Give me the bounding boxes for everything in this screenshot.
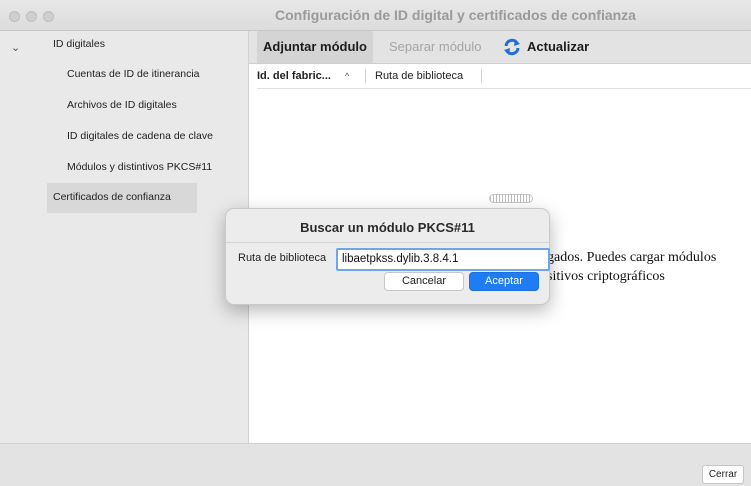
sidebar-item-certificados-confianza[interactable]: Certificados de confianza bbox=[53, 190, 171, 204]
accept-button[interactable]: Aceptar bbox=[469, 272, 539, 291]
chevron-down-icon[interactable]: ⌄ bbox=[11, 41, 20, 54]
column-header-vendor-id[interactable]: Id. del fabric... bbox=[257, 64, 331, 88]
column-divider[interactable] bbox=[365, 69, 366, 83]
footer-bar bbox=[0, 443, 751, 486]
detach-module-button[interactable]: Separar módulo bbox=[389, 31, 482, 63]
sidebar bbox=[0, 31, 249, 443]
column-divider[interactable] bbox=[481, 69, 482, 83]
toolbar: Adjuntar módulo Separar módulo Actualiza… bbox=[249, 31, 751, 64]
library-path-label: Ruta de biblioteca bbox=[238, 252, 327, 264]
window-title: Configuración de ID digital y certificad… bbox=[275, 7, 636, 23]
sidebar-item-cadena-clave[interactable]: ID digitales de cadena de clave bbox=[67, 129, 213, 143]
pane-resize-grip[interactable] bbox=[489, 194, 533, 203]
sort-ascending-icon[interactable]: ^ bbox=[345, 64, 349, 88]
dialog-title: Buscar un módulo PKCS#11 bbox=[300, 220, 475, 235]
refresh-button[interactable]: Actualizar bbox=[527, 31, 589, 63]
find-pkcs11-module-dialog: Buscar un módulo PKCS#11 Ruta de bibliot… bbox=[225, 208, 550, 305]
attach-module-button[interactable]: Adjuntar módulo bbox=[257, 31, 373, 63]
close-button[interactable]: Cerrar bbox=[702, 465, 744, 484]
main-window: Configuración de ID digital y certificad… bbox=[0, 0, 751, 486]
info-text-line-2: sitivos criptográficos bbox=[547, 269, 665, 284]
column-header-library-path[interactable]: Ruta de biblioteca bbox=[375, 64, 463, 88]
info-text-line-1: gados. Puedes cargar módulos bbox=[547, 250, 717, 265]
library-path-input[interactable]: libaetpkss.dylib.3.8.4.1 bbox=[336, 248, 550, 271]
sidebar-item-cuentas-itinerancia[interactable]: Cuentas de ID de itinerancia bbox=[67, 67, 200, 81]
refresh-icon[interactable] bbox=[503, 38, 521, 56]
table-header: Id. del fabric... ^ Ruta de biblioteca bbox=[257, 64, 751, 89]
cancel-button[interactable]: Cancelar bbox=[384, 272, 464, 291]
sidebar-item-modulos-pkcs11[interactable]: Módulos y distintivos PKCS#11 bbox=[67, 160, 212, 174]
sidebar-item-archivos-id[interactable]: Archivos de ID digitales bbox=[67, 98, 177, 112]
title-bar[interactable]: Configuración de ID digital y certificad… bbox=[0, 0, 751, 31]
dialog-divider bbox=[226, 242, 549, 243]
sidebar-item-id-digitales[interactable]: ID digitales bbox=[53, 37, 105, 51]
